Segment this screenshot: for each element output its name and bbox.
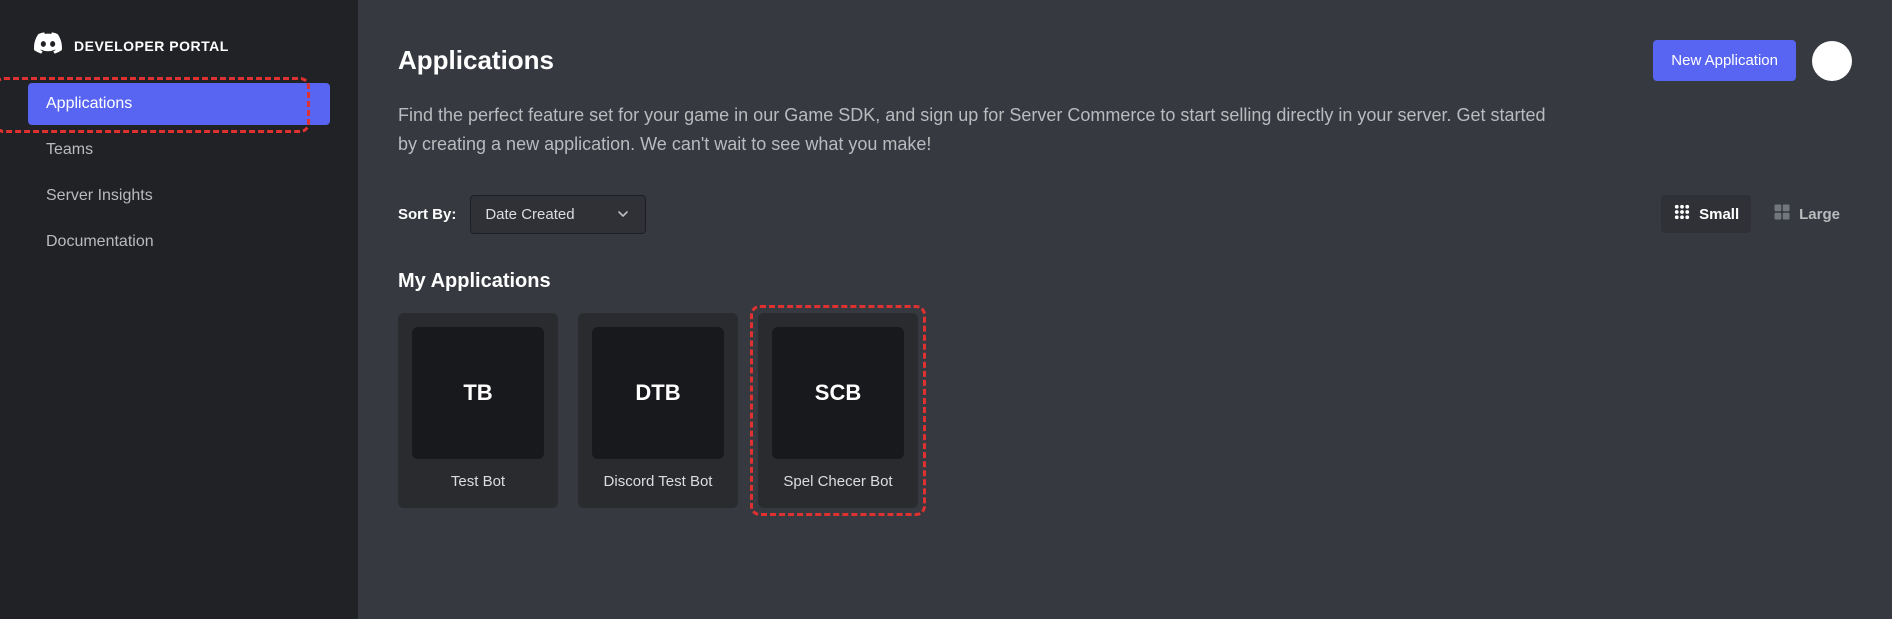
sidebar-item-teams[interactable]: Teams [28, 129, 330, 171]
app-name: Discord Test Bot [592, 473, 724, 490]
sort-select[interactable]: Date Created [470, 195, 645, 234]
app-card[interactable]: DTB Discord Test Bot [578, 313, 738, 508]
app-card[interactable]: TB Test Bot [398, 313, 558, 508]
sidebar-item-label: Server Insights [46, 187, 153, 204]
brand: DEVELOPER PORTAL [0, 32, 358, 83]
sidebar-item-applications[interactable]: Applications [28, 83, 330, 125]
grid-small-icon [1673, 203, 1691, 225]
view-toggle: Small Large [1661, 195, 1852, 233]
view-small-label: Small [1699, 206, 1739, 223]
discord-logo-icon [34, 32, 62, 59]
view-large-label: Large [1799, 206, 1840, 223]
sidebar-item-label: Teams [46, 141, 93, 158]
sort-label: Sort By: [398, 206, 456, 223]
view-small-button[interactable]: Small [1661, 195, 1751, 233]
chevron-down-icon [615, 206, 631, 222]
app-icon: SCB [772, 327, 904, 459]
app-name: Spel Checer Bot [772, 473, 904, 490]
header-actions: New Application [1653, 40, 1852, 81]
sidebar-item-documentation[interactable]: Documentation [28, 221, 330, 263]
app-icon: DTB [592, 327, 724, 459]
app-name: Test Bot [412, 473, 544, 490]
view-large-button[interactable]: Large [1761, 195, 1852, 233]
grid-large-icon [1773, 203, 1791, 225]
page-title: Applications [398, 45, 554, 76]
sidebar-nav: Applications Teams Server Insights Docum… [0, 83, 358, 263]
sidebar-item-server-insights[interactable]: Server Insights [28, 175, 330, 217]
sidebar-item-label: Applications [46, 95, 132, 112]
app-card[interactable]: SCB Spel Checer Bot [758, 313, 918, 508]
controls-row: Sort By: Date Created Small Large [398, 195, 1852, 234]
new-application-button[interactable]: New Application [1653, 40, 1796, 81]
app-grid: TB Test Bot DTB Discord Test Bot SCB Spe… [398, 313, 1852, 508]
sort-group: Sort By: Date Created [398, 195, 646, 234]
sidebar-item-label: Documentation [46, 233, 154, 250]
header-row: Applications New Application [398, 40, 1852, 81]
page-description: Find the perfect feature set for your ga… [398, 101, 1558, 159]
main-content: Applications New Application Find the pe… [358, 0, 1892, 619]
sidebar: DEVELOPER PORTAL Applications Teams Serv… [0, 0, 358, 619]
brand-text: DEVELOPER PORTAL [74, 38, 229, 54]
section-title: My Applications [398, 270, 1852, 293]
sort-select-value: Date Created [485, 206, 574, 223]
app-icon: TB [412, 327, 544, 459]
avatar[interactable] [1812, 41, 1852, 81]
